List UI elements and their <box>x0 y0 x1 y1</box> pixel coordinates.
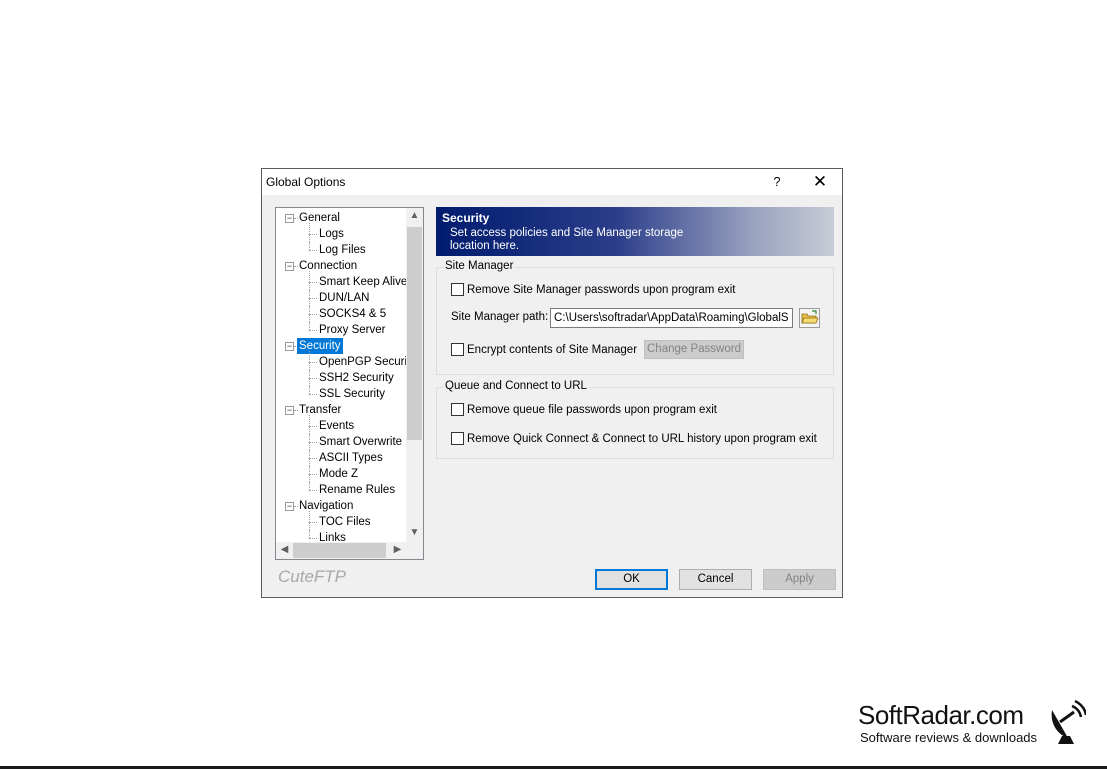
tree-item-label: Logs <box>319 228 344 240</box>
tree-item-label: DUN/LAN <box>319 292 370 304</box>
tree-connector <box>309 394 317 395</box>
tree-connector <box>309 522 317 523</box>
tree-connector <box>309 362 317 363</box>
encrypt-site-manager-checkbox[interactable] <box>451 343 464 356</box>
site-manager-group-title: Site Manager <box>443 260 516 272</box>
collapse-toggle-icon[interactable]: − <box>285 406 294 415</box>
tree-item-label: Navigation <box>299 500 354 512</box>
tree-item-label: Smart Keep Alive <box>319 276 407 288</box>
scroll-up-icon[interactable]: ▲ <box>406 210 423 221</box>
tree-connector <box>309 234 317 235</box>
tree-connector <box>309 330 317 331</box>
tree-item-label: SSH2 Security <box>319 372 394 384</box>
tree-guide <box>309 370 310 386</box>
tree-guide <box>309 223 310 242</box>
scroll-right-icon[interactable]: ▶ <box>389 544 406 555</box>
title-bar: Global Options ? ✕ <box>262 169 842 195</box>
options-tree[interactable]: − General Logs Log Files − Connection Smart Ke… <box>275 207 424 560</box>
global-options-dialog: Global Options ? ✕ − General Logs Log Files… <box>261 168 843 598</box>
tree-connector <box>309 442 317 443</box>
tree-connector <box>309 282 317 283</box>
remove-history-label: Remove Quick Connect & Connect to URL hi… <box>467 433 817 445</box>
tree-guide <box>309 306 310 322</box>
tree-item-label: General <box>299 212 340 224</box>
watermark-tagline: Software reviews & downloads <box>860 730 1038 745</box>
scroll-left-icon[interactable]: ◀ <box>276 544 293 555</box>
tree-guide <box>309 450 310 466</box>
tree-guide <box>309 242 310 250</box>
tree-items: − General Logs Log Files − Connection Smart Ke… <box>276 208 407 543</box>
tree-item-label: Smart Overwrite <box>319 436 403 448</box>
help-button[interactable]: ? <box>760 170 794 194</box>
tree-guide <box>309 482 310 490</box>
tree-item-label: Mode Z <box>319 468 358 480</box>
tree-item-label: TOC Files <box>319 516 371 528</box>
satellite-dish-icon <box>1051 700 1086 744</box>
tree-connector <box>309 298 317 299</box>
tree-connector <box>309 314 317 315</box>
tree-guide <box>309 530 310 538</box>
tree-item-label: Security <box>297 338 343 354</box>
tree-item-label: Connection <box>299 260 358 272</box>
tree-item-label: Log Files <box>319 244 366 256</box>
queue-connect-group-title: Queue and Connect to URL <box>443 380 589 392</box>
watermark-name: SoftRadar.com <box>858 700 1024 730</box>
tree-item-label: SOCKS4 & 5 <box>319 308 387 320</box>
change-password-button[interactable]: Change Password <box>644 340 744 359</box>
section-description: Set access policies and Site Manager sto… <box>450 227 684 252</box>
tree-item-label: Transfer <box>299 404 342 416</box>
encrypt-site-manager-label: Encrypt contents of Site Manager <box>467 344 638 356</box>
remove-site-manager-passwords-checkbox[interactable] <box>451 283 464 296</box>
section-banner: Security Set access policies and Site Ma… <box>436 207 834 256</box>
collapse-toggle-icon[interactable]: − <box>285 502 294 511</box>
remove-history-checkbox[interactable] <box>451 432 464 445</box>
tree-vertical-scroll-thumb[interactable] <box>407 227 422 440</box>
site-manager-path-input[interactable] <box>550 308 793 328</box>
apply-button[interactable]: Apply <box>763 569 836 590</box>
scroll-down-icon[interactable]: ▼ <box>406 527 423 538</box>
tree-item-label: Events <box>319 420 355 432</box>
ok-button[interactable]: OK <box>595 569 668 590</box>
tree-item-label: Proxy Server <box>319 324 386 336</box>
tree-guide <box>309 322 310 330</box>
tree-connector <box>309 250 317 251</box>
collapse-toggle-icon[interactable]: − <box>285 214 294 223</box>
site-manager-path-label: Site Manager path: <box>451 311 549 323</box>
remove-site-manager-passwords-label: Remove Site Manager passwords upon progr… <box>467 284 736 296</box>
tree-item-label: ASCII Types <box>319 452 383 464</box>
section-title: Security <box>442 211 490 225</box>
cuteftp-logo: CuteFTP <box>278 567 347 586</box>
tree-connector <box>309 458 317 459</box>
tree-guide <box>309 434 310 450</box>
queue-connect-group: Queue and Connect to URL Remove queue fi… <box>436 380 834 459</box>
tree-guide <box>309 415 310 434</box>
tree-connector <box>309 378 317 379</box>
tree-horizontal-scrollbar[interactable]: ◀ ▶ <box>276 542 423 559</box>
cancel-button[interactable]: Cancel <box>679 569 752 590</box>
close-button[interactable]: ✕ <box>802 170 838 194</box>
tree-connector <box>309 474 317 475</box>
tree-item-label: Rename Rules <box>319 484 396 496</box>
collapse-toggle-icon[interactable]: − <box>285 262 294 271</box>
browse-folder-button[interactable] <box>799 308 820 328</box>
tree-guide <box>309 466 310 482</box>
tree-connector <box>309 490 317 491</box>
remove-queue-passwords-label: Remove queue file passwords upon program… <box>467 404 717 416</box>
tree-connector <box>309 538 317 539</box>
tree-connector <box>309 426 317 427</box>
tree-guide <box>309 351 310 370</box>
tree-vertical-scrollbar[interactable]: ▲ ▼ <box>406 208 423 543</box>
site-manager-group: Site Manager Remove Site Manager passwor… <box>436 260 834 375</box>
collapse-toggle-icon[interactable]: − <box>285 342 294 351</box>
tree-horizontal-scroll-thumb[interactable] <box>293 543 386 558</box>
tree-guide <box>309 386 310 394</box>
dialog-title: Global Options <box>266 175 346 189</box>
tree-guide <box>309 271 310 290</box>
tree-guide <box>309 511 310 530</box>
folder-open-icon <box>799 308 820 328</box>
tree-item-label: OpenPGP Security <box>319 356 407 368</box>
tree-guide <box>309 290 310 306</box>
tree-item-label: SSL Security <box>319 388 386 400</box>
remove-queue-passwords-checkbox[interactable] <box>451 403 464 416</box>
